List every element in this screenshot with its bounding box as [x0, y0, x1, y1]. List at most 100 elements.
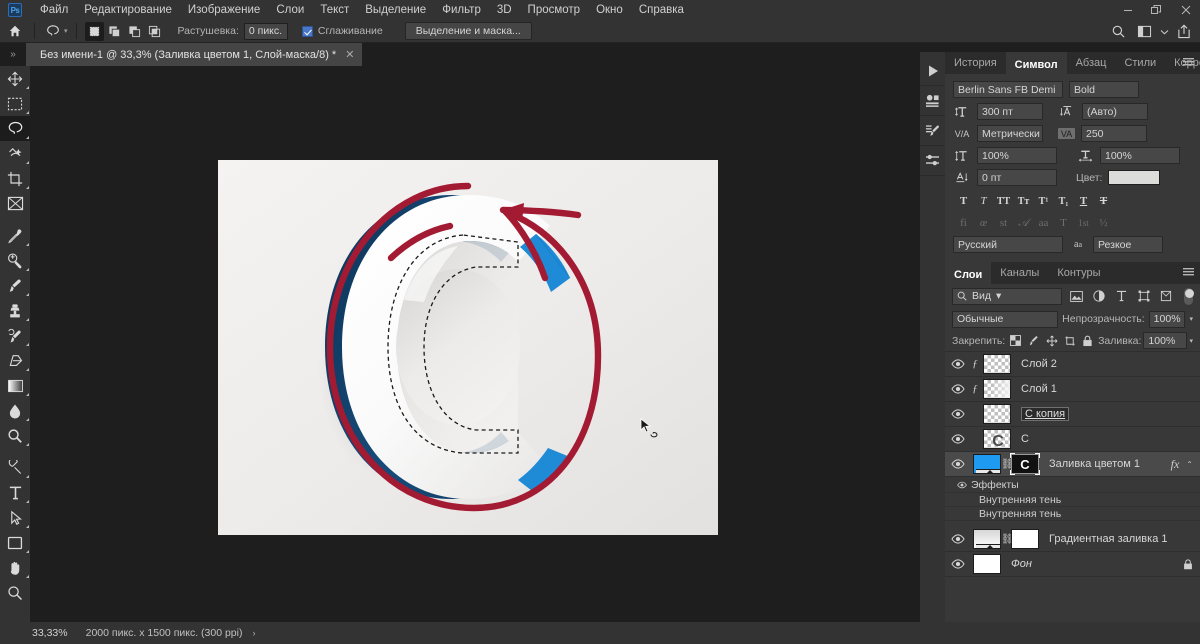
crop-tool[interactable]	[0, 166, 30, 191]
effect-visibility-icon[interactable]	[945, 510, 969, 517]
history-brush-tool[interactable]	[0, 323, 30, 348]
layer-visibility-icon[interactable]	[947, 534, 969, 544]
tab-layers[interactable]: Слои	[945, 262, 992, 284]
menu-item-3d[interactable]: 3D	[489, 0, 520, 20]
layer-mask-thumbnail[interactable]: C	[1010, 453, 1040, 475]
list-item[interactable]: Эффекты	[945, 477, 1200, 493]
table-row[interactable]: ⛓ C Заливка цветом 1 fx ⌃	[945, 452, 1200, 477]
brush-tool[interactable]	[0, 273, 30, 298]
tab-history[interactable]: История	[945, 52, 1006, 74]
brush-settings-icon[interactable]	[920, 116, 945, 146]
properties-icon[interactable]	[920, 86, 945, 116]
contextual-alternates-button[interactable]: œ	[974, 214, 993, 232]
panel-menu-icon[interactable]	[1183, 58, 1194, 70]
menu-item-help[interactable]: Справка	[631, 0, 692, 20]
select-and-mask-button[interactable]: Выделение и маска...	[404, 22, 532, 40]
lock-image-pixels-icon[interactable]	[1025, 332, 1041, 349]
menu-item-file[interactable]: Файл	[32, 0, 76, 20]
close-button[interactable]	[1171, 0, 1200, 20]
table-row[interactable]: ⛓ Градиентная заливка 1	[945, 527, 1200, 552]
hand-tool[interactable]	[0, 555, 30, 580]
rectangle-tool[interactable]	[0, 530, 30, 555]
panel-menu-icon[interactable]	[1183, 268, 1194, 280]
layer-thumbnail-background[interactable]	[973, 554, 1001, 574]
layer-style-fx-icon[interactable]: fx	[1171, 457, 1180, 472]
text-color-swatch[interactable]	[1108, 170, 1161, 185]
opacity-input[interactable]: 100%	[1148, 310, 1186, 328]
menu-item-layers[interactable]: Слои	[268, 0, 312, 20]
zoom-level[interactable]: 33,33%	[32, 627, 68, 639]
table-row[interactable]: С копия	[945, 402, 1200, 427]
tab-character[interactable]: Символ	[1005, 52, 1067, 74]
object-selection-tool[interactable]	[0, 141, 30, 166]
type-filter-icon[interactable]	[1113, 287, 1129, 305]
search-icon[interactable]	[1106, 21, 1130, 43]
adjustment-filter-icon[interactable]	[1091, 287, 1107, 305]
subscript-button[interactable]: T₁	[1054, 192, 1073, 210]
discretionary-ligatures-button[interactable]: st	[994, 214, 1013, 232]
antialias-checkbox[interactable]: Сглаживание	[301, 25, 383, 37]
lock-all-icon[interactable]	[1080, 332, 1096, 349]
chevron-down-icon[interactable]: ▾	[1189, 337, 1193, 345]
titling-alternates-button[interactable]: T	[1054, 214, 1073, 232]
share-icon[interactable]	[1172, 21, 1196, 43]
lock-position-icon[interactable]	[1044, 332, 1060, 349]
antialias-method-select[interactable]: Резкое	[1093, 236, 1163, 253]
layer-name[interactable]: C	[1021, 433, 1029, 445]
fractions-button[interactable]: ½	[1094, 214, 1113, 232]
home-icon[interactable]	[0, 24, 30, 38]
workspace-icon[interactable]	[1132, 21, 1156, 43]
menu-item-view[interactable]: Просмотр	[520, 0, 589, 20]
baseline-shift-input[interactable]: 0 пт	[977, 169, 1057, 186]
tab-paragraph[interactable]: Абзац	[1067, 52, 1116, 74]
layer-name[interactable]: Фон	[1011, 558, 1032, 570]
table-row[interactable]: ƒ Слой 1	[945, 377, 1200, 402]
kerning-select[interactable]: Метрически	[977, 125, 1043, 142]
eyedropper-tool[interactable]	[0, 223, 30, 248]
menu-item-filter[interactable]: Фильтр	[434, 0, 489, 20]
small-caps-button[interactable]: Tт	[1014, 192, 1033, 210]
lock-artboard-nesting-icon[interactable]	[1062, 332, 1078, 349]
layer-thumbnail[interactable]	[983, 354, 1011, 374]
layer-thumbnail[interactable]	[983, 404, 1011, 424]
chevron-up-icon[interactable]: ⌃	[1186, 460, 1193, 469]
type-tool[interactable]	[0, 480, 30, 505]
feather-input[interactable]: 0 пикс.	[243, 22, 288, 40]
layer-visibility-icon[interactable]	[947, 434, 969, 444]
layer-visibility-icon[interactable]	[947, 359, 969, 369]
font-size-input[interactable]: 300 пт	[977, 103, 1043, 120]
effect-visibility-icon[interactable]	[945, 496, 969, 503]
spot-healing-brush-tool[interactable]	[0, 248, 30, 273]
move-tool[interactable]	[0, 66, 30, 91]
language-select[interactable]: Русский	[953, 236, 1063, 253]
dodge-tool[interactable]	[0, 423, 30, 448]
chevron-down-icon[interactable]: ▾	[1189, 315, 1193, 323]
link-mask-icon[interactable]: ⛓	[1001, 459, 1014, 470]
tab-channels[interactable]: Каналы	[991, 262, 1048, 284]
tracking-input[interactable]: 250	[1081, 125, 1147, 142]
chevron-down-icon[interactable]: ▾	[996, 290, 1001, 302]
list-item[interactable]: Внутренняя тень	[945, 507, 1200, 521]
vertical-scale-input[interactable]: 100%	[977, 147, 1057, 164]
play-icon[interactable]	[920, 56, 945, 86]
restore-button[interactable]	[1142, 0, 1171, 20]
layer-name[interactable]: Заливка цветом 1	[1049, 458, 1140, 470]
table-row[interactable]: ƒ Слой 2	[945, 352, 1200, 377]
strikethrough-button[interactable]: T	[1094, 192, 1113, 210]
swash-button[interactable]: 𝒜	[1014, 214, 1033, 232]
blend-mode-select[interactable]: Обычные	[952, 310, 1059, 328]
document-tab[interactable]: Без имени-1 @ 33,3% (Заливка цветом 1, С…	[26, 43, 364, 66]
lasso-tool[interactable]	[0, 116, 30, 141]
intersect-selection-button[interactable]	[145, 22, 164, 41]
layer-thumbnail-gradient[interactable]	[973, 529, 1001, 549]
new-selection-button[interactable]	[84, 21, 104, 41]
menu-item-edit[interactable]: Редактирование	[76, 0, 180, 20]
tab-styles[interactable]: Стили	[1115, 52, 1165, 74]
lock-transparent-pixels-icon[interactable]	[1007, 332, 1023, 349]
pen-tool[interactable]	[0, 455, 30, 480]
standard-ligatures-button[interactable]: fi	[954, 214, 973, 232]
link-mask-icon[interactable]: ⛓	[1001, 534, 1014, 545]
layer-visibility-icon[interactable]	[947, 559, 969, 569]
layer-mask-thumbnail[interactable]	[1011, 529, 1039, 549]
layer-name[interactable]: Слой 1	[1021, 383, 1057, 395]
